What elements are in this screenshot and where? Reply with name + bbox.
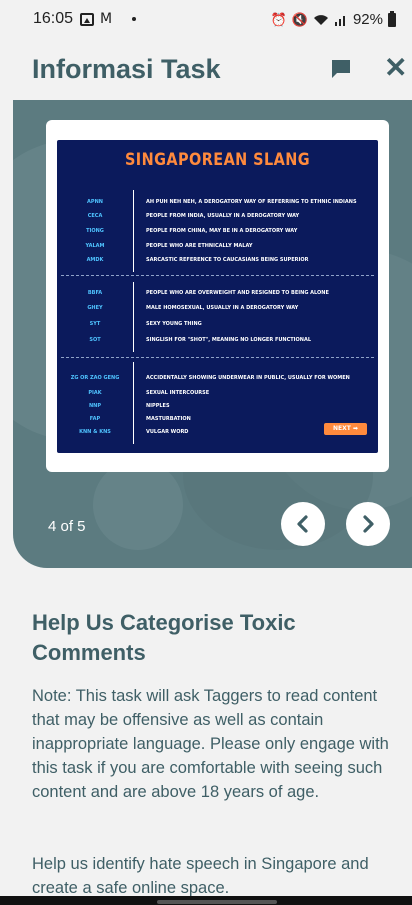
slang-row: APNN AH PUH NEH NEH, A DEROGATORY WAY OF …: [57, 196, 378, 208]
slang-row: NNP NIPPLES: [57, 400, 378, 412]
status-time: 16:05: [33, 10, 74, 27]
slang-row: AMDK SARCASTIC REFERENCE TO CAUCASIANS BE…: [57, 254, 378, 266]
slang-definition: AH PUH NEH NEH, A DEROGATORY WAY OF REFE…: [146, 199, 357, 205]
slide-next-label: NEXT ➡: [324, 423, 367, 435]
battery-icon: [388, 10, 396, 27]
home-indicator[interactable]: [157, 900, 277, 904]
slang-row: YALAM PEOPLE WHO ARE ETHNICALLY MALAY: [57, 240, 378, 252]
task-note: Note: This task will ask Taggers to read…: [32, 687, 389, 801]
slang-term: CECA: [87, 213, 103, 219]
slang-row: TIONG PEOPLE FROM CHINA, MAY BE IN A DERO…: [57, 225, 378, 237]
slide-title: SINGAPOREAN SLANG: [124, 150, 311, 170]
signal-icon: [334, 15, 345, 26]
slang-definition: SINGLISH FOR "SHOT", MEANING NO LONGER F…: [146, 337, 312, 343]
slang-row: BBFA PEOPLE WHO ARE OVERWEIGHT AND RESIGN…: [57, 287, 378, 299]
slang-definition: PEOPLE FROM CHINA, MAY BE IN A DEROGATOR…: [146, 228, 298, 234]
slang-term: AMDK: [86, 257, 104, 263]
slang-term: BBFA: [87, 290, 103, 296]
chevron-left-icon: [297, 515, 308, 533]
slang-definition: MALE HOMOSEXUAL, USUALLY IN A DEROGATORY…: [146, 305, 299, 311]
slide-card[interactable]: SINGAPOREAN SLANG APNN AH PUH NEH NEH, A …: [46, 120, 389, 472]
notification-icons: M: [80, 11, 137, 27]
next-slide-button[interactable]: [346, 502, 390, 546]
battery-percentage: 92%: [352, 11, 383, 28]
more-notifications-dot-icon: [132, 17, 137, 21]
slang-term: TIONG: [86, 228, 104, 234]
slang-term: FAP: [89, 416, 101, 422]
slang-row: GHEY MALE HOMOSEXUAL, USUALLY IN A DEROGA…: [57, 302, 378, 314]
slang-definition: PEOPLE FROM INDIA, USUALLY IN A DEROGATO…: [146, 213, 300, 219]
slang-row: PIAK SEXUAL INTERCOURSE: [57, 387, 378, 399]
slide-dashed-separator: [61, 275, 374, 276]
slang-term: APNN: [87, 199, 103, 205]
close-icon[interactable]: ✕: [384, 54, 407, 82]
slang-definition: SEXY YOUNG THING: [146, 321, 202, 327]
slang-term: SYT: [89, 321, 101, 327]
slang-term: NNP: [88, 403, 102, 409]
previous-slide-button[interactable]: [281, 502, 325, 546]
chevron-right-icon: [363, 515, 374, 533]
task-description: Help us identify hate speech in Singapor…: [32, 855, 369, 897]
wifi-icon: [313, 14, 328, 25]
task-title: Help Us Categorise Toxic Comments: [32, 610, 296, 665]
slide-dashed-separator: [61, 357, 374, 358]
slang-definition: ACCIDENTALLY SHOWING UNDERWEAR IN PUBLIC…: [146, 375, 350, 381]
slang-definition: SARCASTIC REFERENCE TO CAUCASIANS BEING …: [146, 257, 309, 263]
chat-icon[interactable]: [330, 58, 352, 80]
slang-definition: PEOPLE WHO ARE ETHNICALLY MALAY: [146, 243, 253, 249]
system-icons: ⏰ 🔇 92%: [270, 10, 396, 28]
slang-definition: NIPPLES: [146, 403, 170, 409]
slang-row: SOT SINGLISH FOR "SHOT", MEANING NO LONGE…: [57, 334, 378, 346]
slang-definition: SEXUAL INTERCOURSE: [146, 390, 210, 396]
slang-row: CECA PEOPLE FROM INDIA, USUALLY IN A DERO…: [57, 210, 378, 222]
carousel-counter: 4 of 5: [48, 518, 86, 535]
status-bar: 16:05 M ⏰ 🔇 92%: [0, 0, 412, 38]
slang-term: YALAM: [85, 243, 105, 249]
app-bar: Informasi Task ✕: [0, 38, 412, 100]
slang-row: SYT SEXY YOUNG THING: [57, 318, 378, 330]
slang-term: SOT: [89, 337, 101, 343]
slang-term: KNN & KNS: [79, 429, 111, 435]
page-title: Informasi Task: [32, 54, 221, 84]
slang-term: PIAK: [88, 390, 102, 396]
alarm-icon: ⏰: [270, 11, 287, 27]
slang-row: ZG OR ZAO GENG ACCIDENTALLY SHOWING UNDER…: [57, 372, 378, 384]
image-notification-icon: [80, 12, 94, 26]
slang-term: GHEY: [87, 305, 103, 311]
slang-term: ZG OR ZAO GENG: [70, 375, 120, 381]
slang-definition: PEOPLE WHO ARE OVERWEIGHT AND RESIGNED T…: [146, 290, 329, 296]
mute-icon: 🔇: [291, 11, 308, 27]
slide-image: SINGAPOREAN SLANG APNN AH PUH NEH NEH, A …: [57, 140, 378, 453]
mail-icon: M: [100, 11, 113, 27]
decorative-blob: [93, 460, 183, 550]
task-image-carousel: SINGAPOREAN SLANG APNN AH PUH NEH NEH, A …: [13, 100, 412, 568]
